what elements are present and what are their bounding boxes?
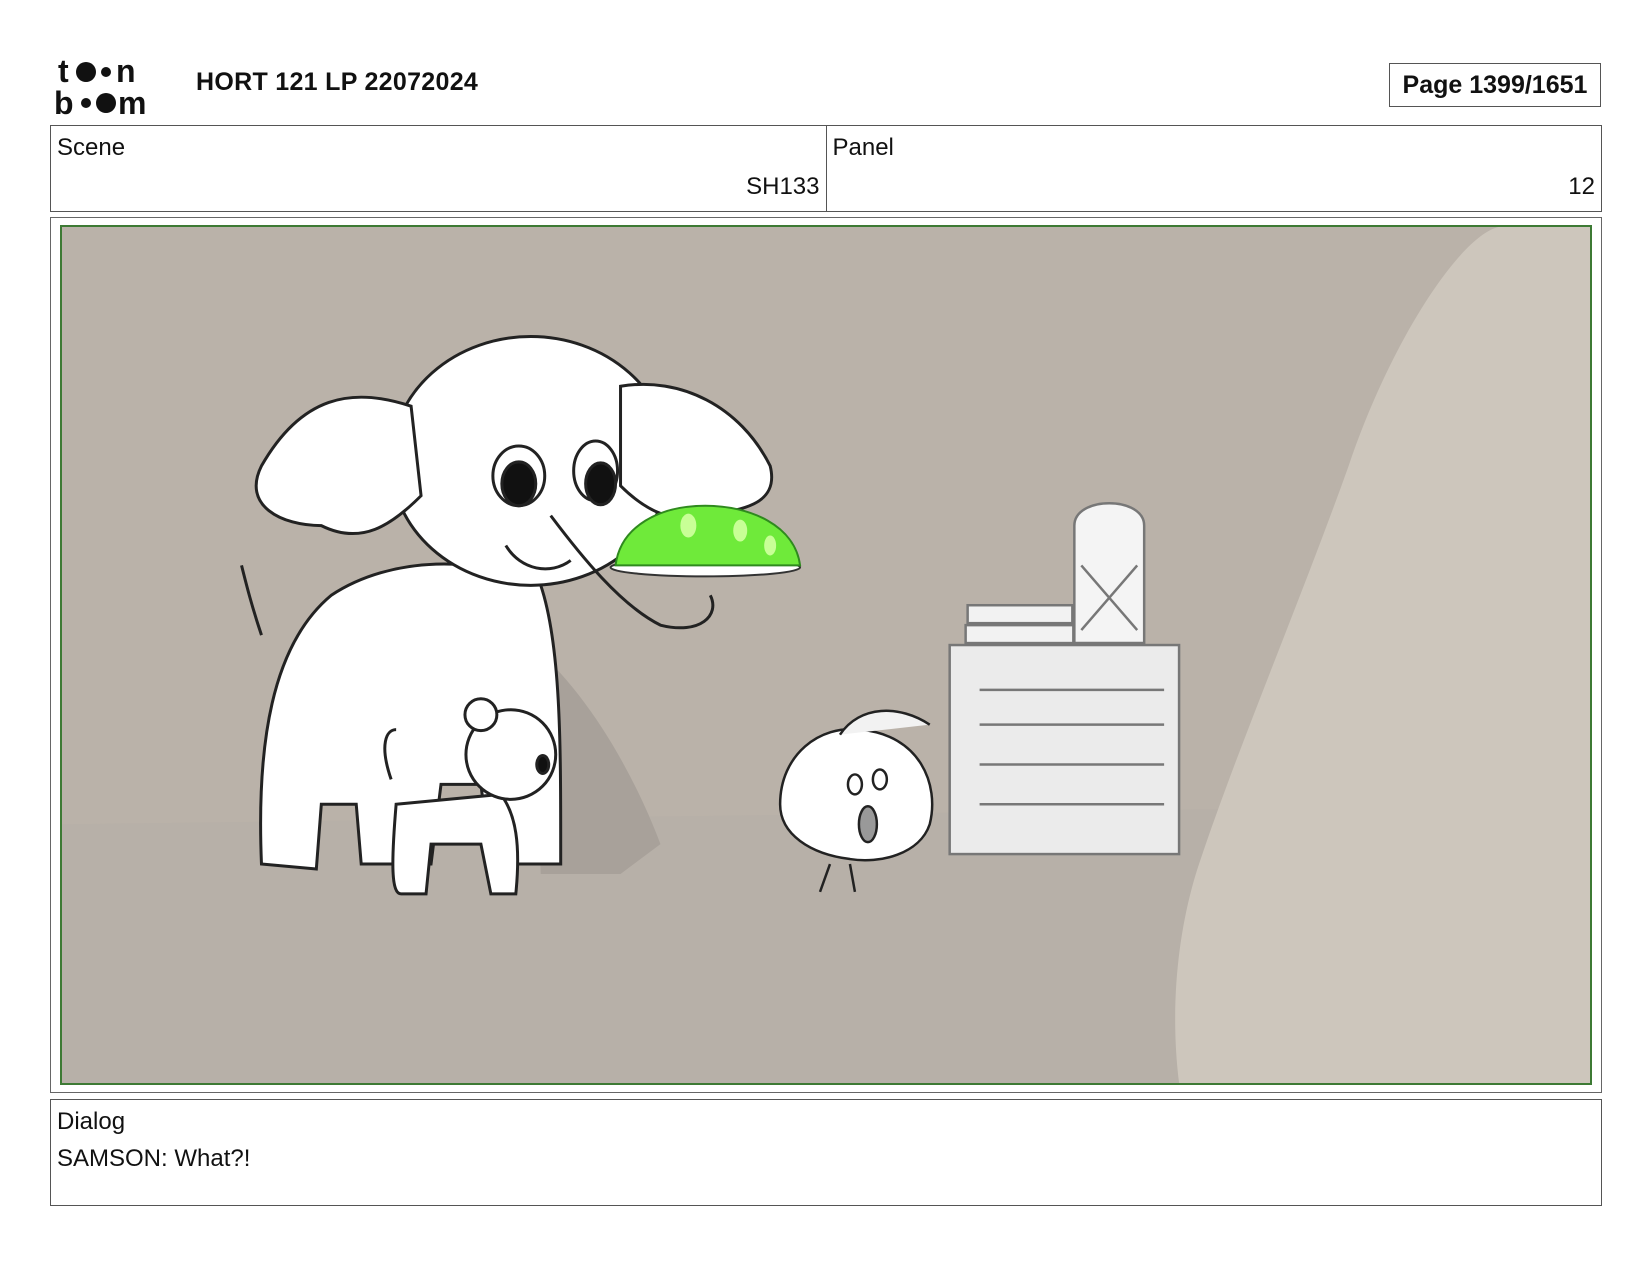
svg-text:n: n: [116, 54, 136, 89]
toon-boom-logo: t n b m: [54, 53, 172, 121]
dialog-box: Dialog SAMSON: What?!: [50, 1099, 1602, 1206]
scene-label: Scene: [57, 134, 126, 161]
panel-label: Panel: [832, 134, 894, 161]
panel-cell: Panel 12: [825, 126, 1602, 211]
panel-value: 12: [1568, 173, 1595, 200]
storyboard-drawing: [62, 227, 1590, 1083]
svg-text:b: b: [54, 85, 74, 116]
svg-text:t: t: [58, 54, 69, 89]
scene-value: SH133: [746, 173, 820, 200]
document-title: HORT 121 LP 22072024: [196, 68, 479, 96]
dialog-label: Dialog: [57, 1108, 126, 1135]
scene-panel-row: Scene SH133 Panel 12: [50, 125, 1602, 212]
dialog-text: SAMSON: What?!: [57, 1145, 251, 1172]
page-indicator: Page 1399/1651: [1389, 63, 1601, 107]
scene-cell: Scene SH133: [51, 126, 826, 211]
svg-text:m: m: [118, 85, 146, 116]
storyboard-panel-image: [60, 225, 1592, 1085]
